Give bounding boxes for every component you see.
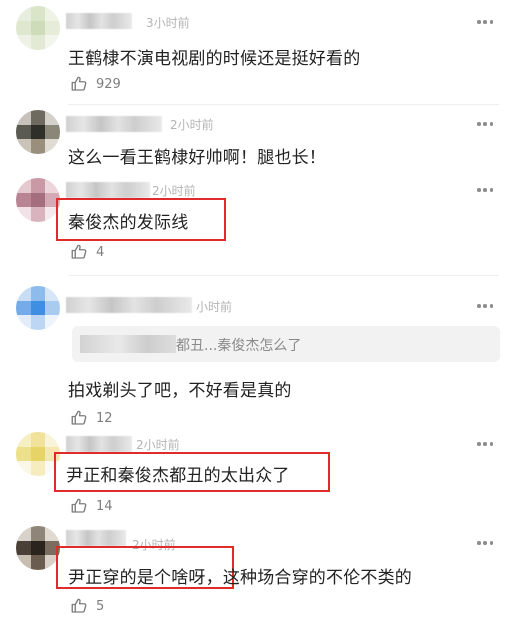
username-blurred[interactable] — [66, 116, 162, 132]
comment-time: 小时前 — [196, 300, 233, 314]
divider — [68, 104, 499, 105]
avatar[interactable] — [16, 526, 60, 570]
more-dots-icon[interactable] — [477, 20, 493, 24]
divider — [68, 275, 499, 276]
more-dots-icon[interactable] — [477, 122, 493, 126]
like-button[interactable]: 12 — [70, 409, 113, 427]
thumbs-up-icon — [70, 243, 88, 261]
reply-quote[interactable]: 都丑...秦俊杰怎么了 — [72, 326, 500, 362]
avatar[interactable] — [16, 110, 60, 154]
avatar[interactable] — [16, 6, 60, 50]
comment-time: 2小时前 — [170, 118, 214, 132]
comment-text: 尹正和秦俊杰都丑的太出众了 — [66, 466, 290, 486]
more-dots-icon[interactable] — [477, 304, 493, 308]
like-count: 12 — [96, 410, 113, 426]
username-blurred[interactable] — [66, 182, 150, 198]
quoted-username-blurred — [80, 335, 176, 353]
like-button[interactable]: 14 — [70, 497, 113, 515]
like-button[interactable]: 5 — [70, 597, 104, 615]
username-blurred[interactable] — [66, 13, 132, 29]
more-dots-icon[interactable] — [477, 541, 493, 545]
comment-text-rest: 这种场合穿的不伦不类的 — [222, 568, 413, 588]
comment-time: 2小时前 — [152, 184, 196, 198]
like-button[interactable]: 4 — [70, 243, 104, 261]
avatar[interactable] — [16, 286, 60, 330]
like-count: 929 — [96, 76, 121, 92]
like-button[interactable]: 929 — [70, 75, 121, 93]
more-dots-icon[interactable] — [477, 188, 493, 192]
comment-time: 2小时前 — [136, 438, 180, 452]
more-dots-icon[interactable] — [477, 442, 493, 446]
thumbs-up-icon — [70, 75, 88, 93]
like-count: 14 — [96, 498, 113, 514]
comment-text: 尹正穿的是个啥呀，这种场合穿的不伦不类的 — [68, 563, 412, 588]
like-count: 5 — [96, 598, 105, 614]
comment-text-highlighted: 尹正穿的是个啥呀， — [68, 568, 223, 588]
comment-time: 3小时前 — [146, 16, 190, 30]
quoted-text: 都丑...秦俊杰怎么了 — [176, 338, 302, 354]
thumbs-up-icon — [70, 497, 88, 515]
comment-text: 拍戏剃头了吧，不好看是真的 — [68, 381, 292, 401]
username-blurred[interactable] — [66, 530, 126, 546]
comment-text: 王鹤棣不演电视剧的时候还是挺好看的 — [68, 49, 361, 69]
like-count: 4 — [96, 244, 105, 260]
thumbs-up-icon — [70, 597, 88, 615]
avatar[interactable] — [16, 178, 60, 222]
username-blurred[interactable] — [66, 436, 132, 452]
thumbs-up-icon — [70, 409, 88, 427]
comment-text: 秦俊杰的发际线 — [68, 213, 189, 233]
username-blurred[interactable] — [66, 297, 192, 313]
comment-text: 这么一看王鹤棣好帅啊！腿也长！ — [68, 148, 326, 168]
